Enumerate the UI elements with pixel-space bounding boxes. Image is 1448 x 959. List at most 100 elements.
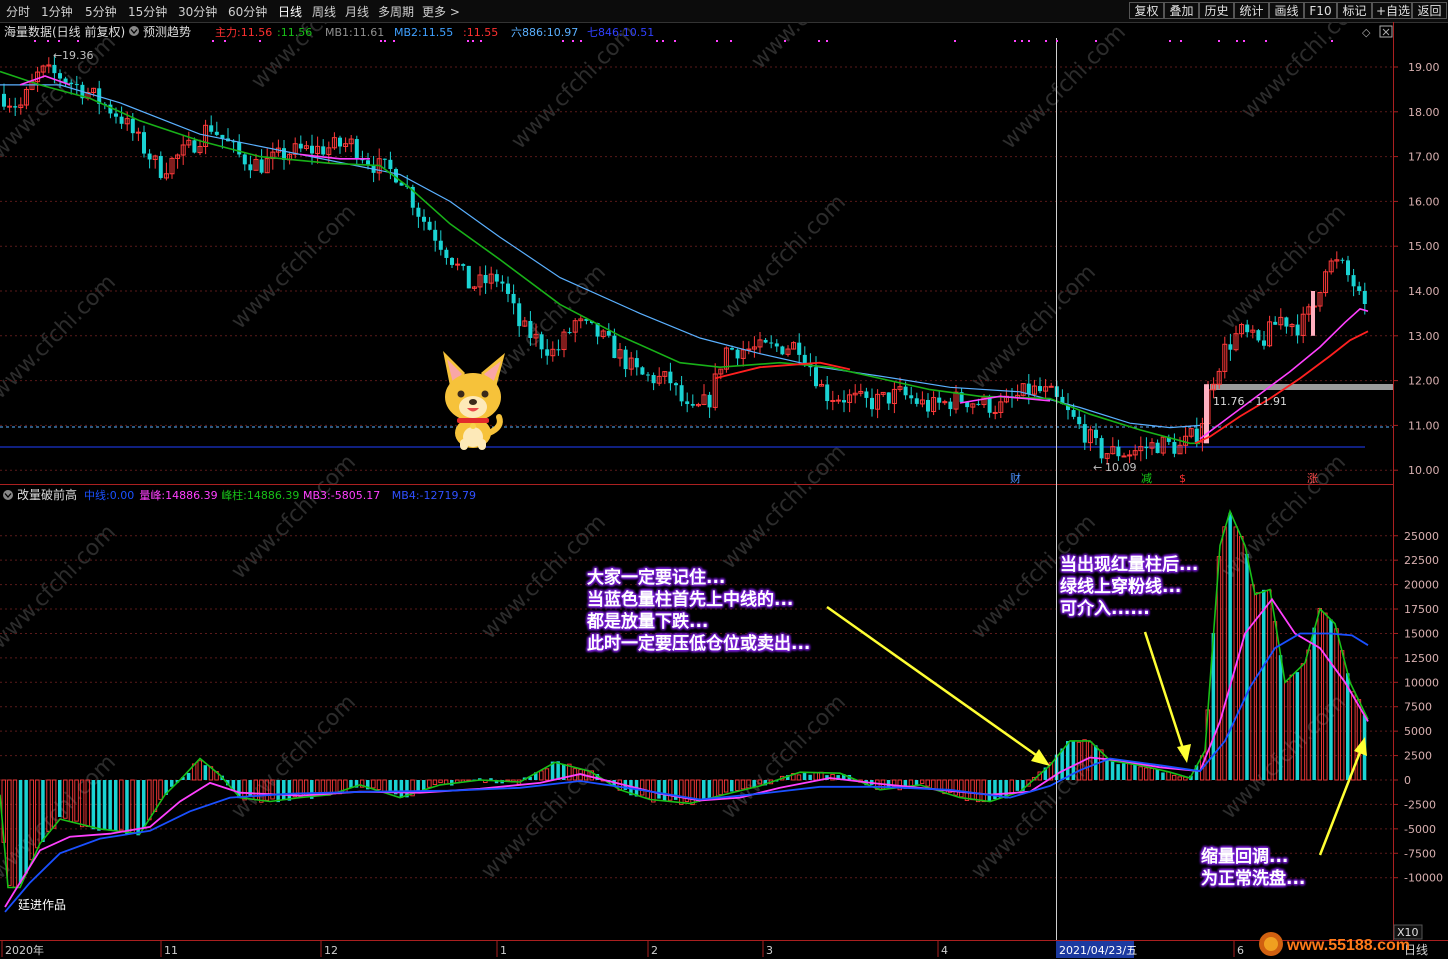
tf-monthly[interactable]: 月线 <box>345 3 369 20</box>
signal-dot <box>1180 40 1182 42</box>
candle-body <box>259 159 264 173</box>
svg-text:◇: ◇ <box>1362 26 1371 39</box>
candle-body <box>1340 259 1345 261</box>
draw-line-button[interactable]: 画线 <box>1269 2 1304 19</box>
signal-dot <box>380 40 382 42</box>
tf-multi[interactable]: 多周期 <box>378 3 414 20</box>
watermark-text: www.cfchi.com <box>967 260 1101 394</box>
forecast-label[interactable]: 预测趋势 <box>143 25 191 39</box>
candle-body <box>147 153 152 160</box>
signal-dot <box>1045 40 1047 42</box>
candle-body <box>455 263 461 266</box>
tf-daily[interactable]: 日线 <box>278 3 302 20</box>
indicator-value: 六886:10.97 <box>511 26 578 39</box>
indicator-value: :11.55 <box>463 26 498 39</box>
overlay-button[interactable]: 叠加 <box>1164 2 1199 19</box>
marker-rise[interactable]: 涨 <box>1307 472 1318 485</box>
candle-body <box>108 104 113 114</box>
candle-body <box>528 320 533 338</box>
signal-dot <box>1021 40 1023 42</box>
tf-1min[interactable]: 1分钟 <box>41 3 73 20</box>
candle-body <box>1362 290 1367 304</box>
tf-more[interactable]: 更多 > <box>422 3 460 20</box>
candle-body <box>338 137 342 147</box>
signal-dot <box>58 40 60 42</box>
tf-5min[interactable]: 5分钟 <box>85 3 117 20</box>
marker-reduce[interactable]: 减 <box>1141 472 1152 485</box>
candle-body <box>976 403 981 405</box>
candle-body <box>483 274 488 284</box>
volume-bar <box>1245 553 1249 780</box>
volume-bar <box>931 779 936 790</box>
time-tick-label: 12 <box>324 944 338 957</box>
volume-tick-label: -7500 <box>1404 847 1436 860</box>
candle-body <box>248 164 253 171</box>
forecast-toggle-icon[interactable] <box>129 26 139 36</box>
annotation-left: 大家一定要记住... 当蓝色量柱首先上中线的... 都是放量下跌... 此时一定… <box>587 567 810 655</box>
tf-fenshi[interactable]: 分时 <box>6 3 30 20</box>
indicator-value: :11.56 <box>277 26 312 39</box>
volume-bar <box>645 779 650 799</box>
breakout-candle <box>1311 291 1315 336</box>
restore-right-button[interactable]: 复权 <box>1129 2 1164 19</box>
volume-bar <box>432 779 438 785</box>
volume-bar <box>91 780 96 830</box>
volume-bar <box>119 779 124 831</box>
candle-body <box>237 141 242 155</box>
mark-button[interactable]: 标记 <box>1337 2 1372 19</box>
sub-indicator-toggle-icon[interactable] <box>3 490 13 500</box>
candle-body <box>1295 324 1300 336</box>
watermark-text: www.cfchi.com <box>0 270 121 404</box>
candle-body <box>209 125 214 132</box>
tf-60min[interactable]: 60分钟 <box>228 3 267 20</box>
high-arrow: ← <box>53 49 62 62</box>
signal-dot <box>1095 40 1097 42</box>
candle-body <box>937 397 942 403</box>
volume-tick-label: 0 <box>1404 774 1411 787</box>
annotation-line: 当出现红量柱后... <box>1060 555 1199 575</box>
volume-bar <box>197 760 202 781</box>
signal-dot <box>1169 40 1171 42</box>
tf-15min[interactable]: 15分钟 <box>128 3 167 20</box>
volume-bar <box>752 780 756 787</box>
marker-finance[interactable]: 财 <box>1010 471 1021 485</box>
volume-tick-label: 7500 <box>1404 701 1432 714</box>
indicator-value: 主力:11.56 <box>215 26 272 39</box>
volume-bar <box>702 780 706 800</box>
history-button[interactable]: 历史 <box>1199 2 1234 19</box>
watermark-text: www.cfchi.com <box>717 190 851 324</box>
stock-chart[interactable]: www.cfchi.com www.cfchi.com www.cfchi.com w… <box>0 22 1448 959</box>
add-favorite-button[interactable]: +自选 <box>1372 2 1412 19</box>
back-button[interactable]: 返回 <box>1412 2 1447 19</box>
signal-dot <box>393 40 395 42</box>
tf-weekly[interactable]: 周线 <box>312 3 336 20</box>
tf-30min[interactable]: 30分钟 <box>178 3 217 20</box>
indicator-value: MB1:11.61 <box>325 26 384 39</box>
marker-dollar[interactable]: $ <box>1179 472 1186 485</box>
panel-corner-icons[interactable]: ◇ <box>1362 25 1393 39</box>
volume-bar <box>1138 766 1143 781</box>
watermark-text: www.cfchi.com <box>997 22 1131 154</box>
signal-dot <box>818 40 820 42</box>
candle-body <box>461 264 466 266</box>
volume-bar <box>1122 763 1126 780</box>
candle-body <box>1357 286 1362 291</box>
signal-dot <box>1331 40 1333 42</box>
time-tick-label: 2020年 <box>5 943 44 957</box>
volume-bar <box>18 780 23 884</box>
volume-tick-label: 10000 <box>1404 676 1439 689</box>
signal-dot <box>1028 40 1030 42</box>
watermark-text: www.cfchi.com <box>0 520 121 654</box>
range-label: 11.76 - 11.91 <box>1213 395 1287 408</box>
candle-body <box>1144 446 1149 449</box>
time-tick-label: 6 <box>1237 944 1244 957</box>
stats-button[interactable]: 统计 <box>1234 2 1269 19</box>
candle-body <box>690 404 695 406</box>
signal-dot <box>472 40 474 42</box>
volume-bar <box>1105 757 1109 780</box>
volume-bar <box>1329 619 1333 780</box>
f10-button[interactable]: F10 <box>1304 2 1337 19</box>
ma-pink-line <box>19 75 1369 440</box>
price-tick-label: 12.00 <box>1408 375 1440 388</box>
volume-bar <box>147 779 152 821</box>
